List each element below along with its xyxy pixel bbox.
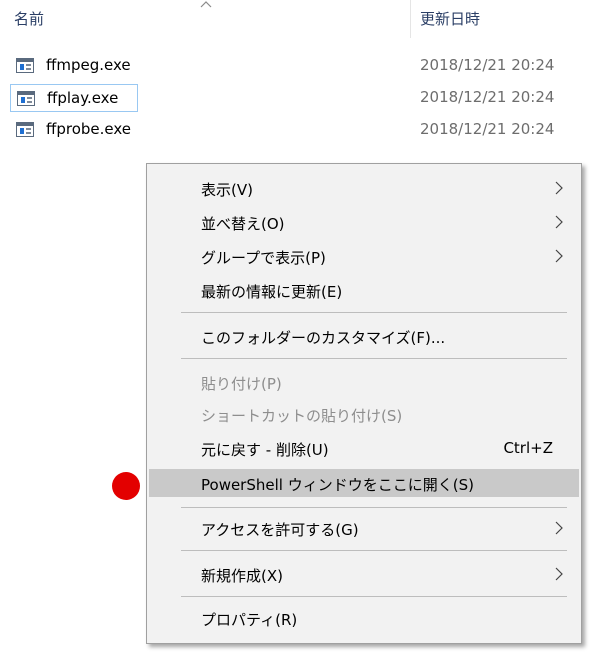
column-date-header[interactable]: 更新日時 bbox=[420, 8, 480, 29]
menu-separator bbox=[181, 358, 567, 359]
sort-ascending-icon bbox=[200, 1, 212, 8]
file-row-ffmpeg[interactable]: ffmpeg.exe 2018/12/21 20:24 bbox=[12, 52, 588, 80]
file-name: ffmpeg.exe bbox=[46, 56, 131, 74]
menu-item-refresh[interactable]: 最新の情報に更新(E) bbox=[149, 276, 579, 304]
file-date-ffplay: 2018/12/21 20:24 bbox=[420, 88, 555, 106]
menu-item-group-by[interactable]: グループで表示(P) bbox=[149, 242, 579, 270]
annotation-marker-dot bbox=[112, 472, 140, 500]
menu-item-open-powershell[interactable]: PowerShell ウィンドウをここに開く(S) bbox=[149, 469, 579, 497]
menu-item-label: 表示(V) bbox=[201, 181, 253, 199]
menu-item-paste: 貼り付け(P) bbox=[149, 368, 579, 396]
menu-item-undo-delete[interactable]: 元に戻す - 削除(U) Ctrl+Z bbox=[149, 434, 579, 462]
exe-file-icon bbox=[16, 122, 34, 137]
menu-item-label: ショートカットの貼り付け(S) bbox=[201, 407, 403, 425]
chevron-right-icon bbox=[555, 249, 563, 263]
column-divider[interactable] bbox=[410, 0, 411, 38]
chevron-right-icon bbox=[555, 521, 563, 535]
menu-item-sort[interactable]: 並べ替え(O) bbox=[149, 208, 579, 236]
menu-item-label: アクセスを許可する(G) bbox=[201, 521, 359, 539]
menu-item-label: 元に戻す - 削除(U) bbox=[201, 441, 329, 459]
file-name: ffprobe.exe bbox=[46, 120, 131, 138]
menu-item-give-access[interactable]: アクセスを許可する(G) bbox=[149, 514, 579, 542]
menu-separator bbox=[181, 550, 567, 551]
menu-item-label: PowerShell ウィンドウをここに開く(S) bbox=[201, 476, 474, 494]
exe-file-icon bbox=[17, 91, 35, 106]
menu-item-label: 貼り付け(P) bbox=[201, 375, 282, 393]
menu-item-label: このフォルダーのカスタマイズ(F)... bbox=[201, 329, 446, 347]
menu-item-new[interactable]: 新規作成(X) bbox=[149, 560, 579, 588]
column-name-header[interactable]: 名前 bbox=[14, 8, 44, 29]
menu-item-label: 並べ替え(O) bbox=[201, 215, 285, 233]
menu-separator bbox=[181, 507, 567, 508]
menu-item-label: グループで表示(P) bbox=[201, 249, 326, 267]
menu-separator bbox=[181, 596, 567, 597]
file-date: 2018/12/21 20:24 bbox=[420, 56, 555, 74]
menu-item-label: プロパティ(R) bbox=[201, 611, 298, 629]
chevron-right-icon bbox=[555, 567, 563, 581]
file-date: 2018/12/21 20:24 bbox=[420, 120, 555, 138]
menu-item-label: 最新の情報に更新(E) bbox=[201, 283, 343, 301]
menu-item-paste-shortcut: ショートカットの貼り付け(S) bbox=[149, 400, 579, 428]
menu-item-view[interactable]: 表示(V) bbox=[149, 174, 579, 202]
file-row-ffplay[interactable]: ffplay.exe bbox=[10, 84, 138, 112]
file-name: ffplay.exe bbox=[47, 89, 119, 107]
context-menu: 表示(V) 並べ替え(O) グループで表示(P) 最新の情報に更新(E) このフ… bbox=[146, 163, 582, 644]
file-row-ffprobe[interactable]: ffprobe.exe 2018/12/21 20:24 bbox=[12, 116, 588, 144]
chevron-right-icon bbox=[555, 181, 563, 195]
exe-file-icon bbox=[16, 58, 34, 73]
chevron-right-icon bbox=[555, 215, 563, 229]
column-header: 名前 更新日時 bbox=[0, 0, 600, 40]
menu-item-shortcut: Ctrl+Z bbox=[503, 439, 553, 457]
menu-item-customize-folder[interactable]: このフォルダーのカスタマイズ(F)... bbox=[149, 322, 579, 350]
menu-item-label: 新規作成(X) bbox=[201, 567, 283, 585]
menu-item-properties[interactable]: プロパティ(R) bbox=[149, 604, 579, 632]
menu-separator bbox=[181, 312, 567, 313]
